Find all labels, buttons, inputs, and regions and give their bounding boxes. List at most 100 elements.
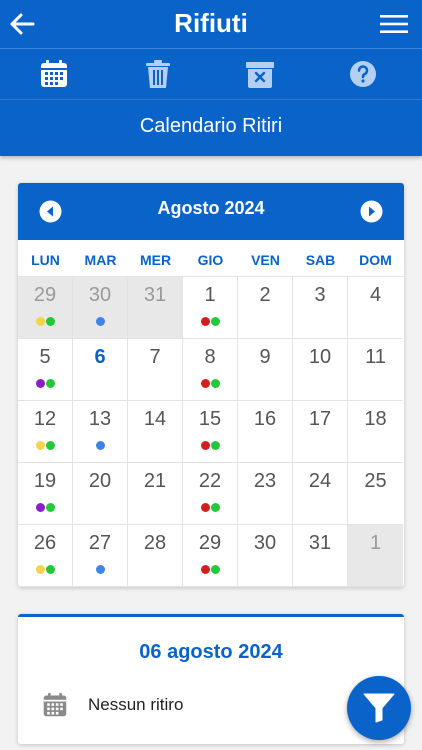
calendar-day[interactable]: 18 xyxy=(348,401,403,463)
calendar-day[interactable]: 9 xyxy=(238,339,293,401)
day-number: 8 xyxy=(204,346,216,368)
day-number: 5 xyxy=(39,346,51,368)
calendar-icon xyxy=(43,692,67,717)
pickup-dots xyxy=(128,503,182,513)
calendar-day[interactable]: 30 xyxy=(73,277,128,339)
pickup-dot-green xyxy=(45,503,55,512)
calendar-day[interactable]: 29 xyxy=(183,525,238,587)
pickup-dot-yellow xyxy=(35,565,45,574)
calendar-day[interactable]: 5 xyxy=(18,339,73,401)
calendar-day[interactable]: 19 xyxy=(18,463,73,525)
day-number: 14 xyxy=(143,408,167,430)
pickup-dots xyxy=(183,441,237,451)
day-number: 31 xyxy=(308,532,332,554)
pickup-dots xyxy=(18,565,72,575)
pickup-dots xyxy=(18,503,72,513)
month-label: Agosto 2024 xyxy=(157,198,265,218)
calendar-day[interactable]: 1 xyxy=(348,525,403,587)
pickup-dot-blue xyxy=(95,565,105,574)
next-month-icon[interactable] xyxy=(360,200,383,223)
day-number: 27 xyxy=(88,532,112,554)
calendar-week: 19 20 21 22 23 24 25 xyxy=(18,463,404,525)
pickup-dots xyxy=(293,565,347,575)
calendar-day[interactable]: 28 xyxy=(128,525,183,587)
calendar-day[interactable]: 20 xyxy=(73,463,128,525)
calendar-day[interactable]: 1 xyxy=(183,277,238,339)
day-number: 12 xyxy=(33,408,57,430)
day-number: 19 xyxy=(33,470,57,492)
calendar-day[interactable]: 31 xyxy=(293,525,348,587)
calendar-week: 26 27 28 29 30 31 1 xyxy=(18,525,404,587)
pickup-dots xyxy=(128,379,182,389)
calendar-day[interactable]: 7 xyxy=(128,339,183,401)
weekday-label: MER xyxy=(139,252,172,268)
calendar-day[interactable]: 12 xyxy=(18,401,73,463)
help-tab[interactable] xyxy=(347,57,379,91)
day-number: 28 xyxy=(143,532,167,554)
weekday-label: DOM xyxy=(359,252,392,268)
calendar-day[interactable]: 13 xyxy=(73,401,128,463)
page-title: Calendario Ritiri xyxy=(0,100,422,156)
pickup-dots xyxy=(73,565,127,575)
hamburger-menu-icon[interactable] xyxy=(380,12,408,36)
app-bar: Rifiuti xyxy=(0,0,422,48)
pickup-dot-purple xyxy=(35,379,45,388)
calendar-day[interactable]: 14 xyxy=(128,401,183,463)
day-number: 15 xyxy=(198,408,222,430)
calendar-day[interactable]: 21 xyxy=(128,463,183,525)
weekday-header: LUN MAR MER GIO VEN SAB DOM xyxy=(18,240,404,277)
calendar-day[interactable]: 22 xyxy=(183,463,238,525)
calendar-day[interactable]: 15 xyxy=(183,401,238,463)
day-number: 26 xyxy=(33,532,57,554)
calendar-day[interactable]: 10 xyxy=(293,339,348,401)
calendar-day[interactable]: 30 xyxy=(238,525,293,587)
pickup-dot-green xyxy=(210,565,220,574)
calendar-day[interactable]: 2 xyxy=(238,277,293,339)
calendar-day[interactable]: 16 xyxy=(238,401,293,463)
calendar-day[interactable]: 24 xyxy=(293,463,348,525)
app-title: Rifiuti xyxy=(174,8,248,38)
day-number: 11 xyxy=(365,346,386,368)
filter-button[interactable] xyxy=(347,676,411,740)
pickup-dot-green xyxy=(45,379,55,388)
pickup-dots xyxy=(18,317,72,327)
calendar-day[interactable]: 26 xyxy=(18,525,73,587)
calendar-day[interactable]: 17 xyxy=(293,401,348,463)
pickup-dot-green xyxy=(45,317,55,326)
calendar-day[interactable]: 8 xyxy=(183,339,238,401)
waste-types-tab[interactable] xyxy=(142,57,174,91)
calendar-tab[interactable] xyxy=(38,57,70,91)
calendar-day[interactable]: 4 xyxy=(348,277,403,339)
day-number: 16 xyxy=(253,408,277,430)
bin-tab[interactable] xyxy=(244,57,276,91)
pickup-dots xyxy=(183,379,237,389)
day-number: 13 xyxy=(88,408,112,430)
day-number: 3 xyxy=(314,284,326,306)
pickup-dots xyxy=(183,565,237,575)
calendar-day[interactable]: 23 xyxy=(238,463,293,525)
calendar-icon xyxy=(41,60,67,87)
pickup-dot-blue xyxy=(95,317,105,326)
calendar-day[interactable]: 11 xyxy=(348,339,403,401)
pickup-dots xyxy=(73,317,127,327)
pickup-dots xyxy=(183,317,237,327)
pickup-dot-green xyxy=(45,441,55,450)
day-number: 30 xyxy=(88,284,112,306)
pickup-dots xyxy=(128,317,182,327)
calendar-day[interactable]: 27 xyxy=(73,525,128,587)
weekday-label: VEN xyxy=(251,252,280,268)
day-number: 10 xyxy=(308,346,332,368)
calendar-day[interactable]: 25 xyxy=(348,463,403,525)
no-pickup-text: Nessun ritiro xyxy=(88,695,184,714)
calendar-day[interactable]: 29 xyxy=(18,277,73,339)
calendar-day-today[interactable]: 6 xyxy=(73,339,128,401)
calendar-day[interactable]: 3 xyxy=(293,277,348,339)
day-number: 29 xyxy=(33,284,57,306)
pickup-dots xyxy=(73,379,127,389)
day-number: 31 xyxy=(143,284,167,306)
day-number: 9 xyxy=(259,346,271,368)
day-number: 25 xyxy=(364,470,387,492)
pickup-dot-yellow xyxy=(35,441,45,450)
day-number: 20 xyxy=(88,470,112,492)
calendar-day[interactable]: 31 xyxy=(128,277,183,339)
